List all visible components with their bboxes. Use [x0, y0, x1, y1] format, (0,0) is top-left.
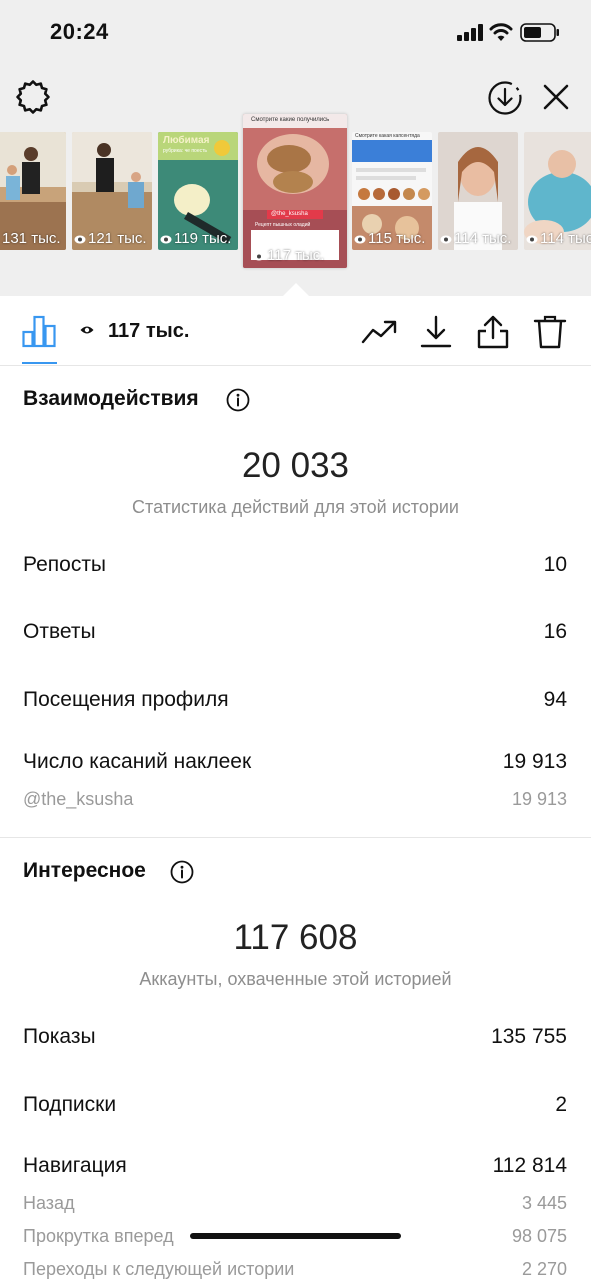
eye-icon	[80, 326, 94, 334]
eye-icon	[160, 235, 172, 244]
eye-icon	[354, 235, 366, 244]
interactions-caption: Статистика действий для этой истории	[132, 497, 459, 517]
row-value-follows: 2	[555, 1093, 567, 1116]
section-divider	[0, 837, 591, 838]
views-count: 117 тыс.	[108, 320, 190, 342]
row-value-profile-visits: 94	[543, 688, 567, 711]
story-views: 114 тыс.	[540, 230, 591, 247]
download-circle-icon[interactable]	[487, 80, 523, 116]
signal-icon	[457, 24, 483, 41]
story-thumbnail[interactable]: 121 тыс.	[72, 132, 152, 250]
trash-icon[interactable]	[532, 314, 568, 350]
interactions-title: Взаимодействия	[23, 387, 199, 410]
story-caption-bottom: Рецепт пышных оладий	[255, 222, 311, 228]
story-thumbnail[interactable]: Смотрите какая капсентяда 115 тыс.	[352, 132, 432, 250]
sub-value-back: 3 445	[521, 1193, 567, 1213]
top-area: 20:24 131 тыс. 121 тыс. Любимая рубрика:…	[0, 0, 591, 296]
sub-label-mention: @the_ksusha	[23, 789, 134, 809]
story-thumbnail[interactable]: Любимая рубрика: че поесть 119 тыс.	[158, 132, 238, 250]
discovery-total: 117 608	[233, 918, 358, 957]
row-value-impressions: 135 755	[491, 1025, 567, 1048]
eye-icon	[253, 252, 265, 261]
row-label-replies: Ответы	[23, 620, 96, 643]
gear-icon[interactable]	[15, 79, 51, 115]
story-views: 119 тыс.	[174, 230, 232, 247]
sub-value-mention: 19 913	[511, 789, 567, 809]
row-value-sticker-taps: 19 913	[502, 750, 567, 773]
eye-icon	[440, 235, 452, 244]
story-caption-top: Смотрите какие получились	[251, 117, 330, 123]
sub-label-forward: Прокрутка вперед	[23, 1226, 174, 1246]
story-views: 114 тыс.	[454, 230, 512, 247]
wifi-icon	[489, 23, 513, 41]
trending-icon[interactable]	[361, 314, 397, 350]
story-views: 115 тыс.	[368, 230, 426, 247]
story-thumbnail[interactable]: 114 тыс.	[438, 132, 518, 250]
active-tab-underline	[22, 362, 57, 364]
battery-icon	[520, 23, 559, 42]
story-thumbnail[interactable]: 131 тыс.	[0, 132, 66, 250]
discovery-title: Интересное	[23, 859, 146, 882]
info-icon[interactable]	[170, 860, 194, 884]
info-icon[interactable]	[226, 388, 250, 412]
story-views: 117 тыс.	[267, 247, 325, 264]
story-title: Любимая	[163, 135, 210, 146]
row-label-impressions: Показы	[23, 1025, 96, 1048]
share-icon[interactable]	[475, 314, 511, 350]
home-indicator	[190, 1233, 401, 1239]
row-value-reposts: 10	[543, 553, 567, 576]
row-value-replies: 16	[543, 620, 567, 643]
row-label-reposts: Репосты	[23, 553, 107, 576]
selected-pointer	[283, 283, 309, 296]
sub-value-next-story: 2 270	[521, 1259, 567, 1279]
row-label-follows: Подписки	[23, 1093, 117, 1116]
story-thumbnail-selected[interactable]: Смотрите какие получились @the_ksusha Ре…	[243, 114, 347, 268]
row-label-profile-visits: Посещения профиля	[23, 688, 229, 711]
eye-icon	[74, 235, 86, 244]
status-bar: 20:24	[0, 0, 591, 64]
eye-icon	[526, 235, 538, 244]
discovery-caption: Аккаунты, охваченные этой историей	[139, 969, 452, 989]
bar-chart-icon[interactable]	[22, 314, 56, 348]
close-icon[interactable]	[541, 82, 571, 112]
story-views: 121 тыс.	[88, 230, 147, 247]
story-thumbnails: 131 тыс. 121 тыс. Любимая рубрика: че по…	[0, 114, 591, 274]
download-icon[interactable]	[418, 314, 454, 350]
row-label-navigation: Навигация	[23, 1154, 127, 1177]
sub-value-forward: 98 075	[511, 1226, 567, 1246]
story-mention: @the_ksusha	[271, 211, 308, 217]
story-views: 131 тыс.	[2, 230, 61, 247]
story-subtitle: рубрика: че поесть	[163, 148, 208, 154]
row-label-sticker-taps: Число касаний наклеек	[23, 750, 252, 773]
story-caption-top: Смотрите какая капсентяда	[355, 133, 420, 139]
story-preview-image	[243, 114, 347, 268]
action-bar: 117 тыс.	[0, 296, 591, 366]
status-time: 20:24	[50, 19, 109, 44]
interactions-total: 20 033	[241, 446, 350, 485]
row-value-navigation: 112 814	[492, 1154, 567, 1177]
story-thumbnail[interactable]: 114 тыс.	[524, 132, 591, 250]
sub-label-back: Назад	[23, 1193, 75, 1213]
sub-label-next-story: Переходы к следующей истории	[23, 1259, 295, 1279]
